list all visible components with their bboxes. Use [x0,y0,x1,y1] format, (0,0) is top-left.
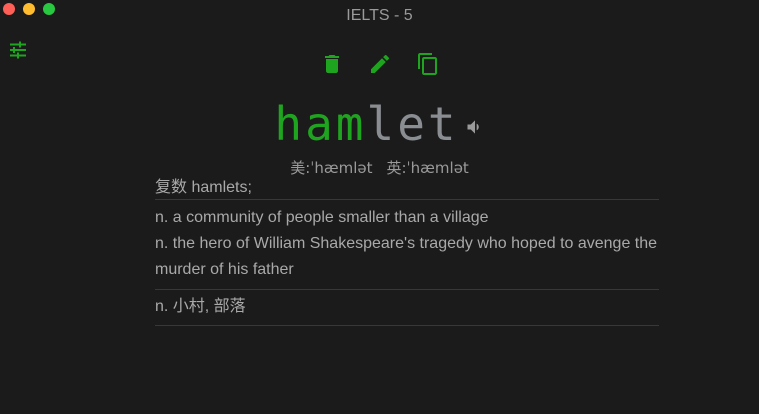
window-title: IELTS - 5 [346,7,413,24]
headword-row: hamlet [0,96,759,152]
english-definition: n. a community of people smaller than a … [155,209,489,226]
headword-highlighted-part: ham [274,97,367,151]
phonetic-uk[interactable]: 英:ˈhæmlət [387,159,469,177]
word-toolbar [0,52,759,76]
trash-icon[interactable] [320,52,344,76]
inflection-section: 复数 hamlets; [155,177,659,200]
speaker-icon[interactable] [465,117,485,137]
definition-panel: 复数 hamlets; n. a community of people sma… [155,177,659,326]
copy-icon[interactable] [416,52,440,76]
english-definitions-section: n. a community of people smaller than a … [155,200,659,290]
english-definition: n. the hero of William Shakespeare's tra… [155,235,658,278]
headword-remaining-part: let [366,97,459,151]
app-window: IELTS - 5 hamlet 美:ˈhæmlət 英:ˈhæmlət 复数 … [0,0,759,414]
headword: hamlet [274,96,458,152]
phonetic-us[interactable]: 美:ˈhæmlət [290,159,372,177]
inflection-text: 复数 hamlets; [155,179,252,196]
pencil-icon[interactable] [368,52,392,76]
chinese-definitions-section: n. 小村, 部落 [155,290,659,326]
chinese-definition: n. 小村, 部落 [155,298,246,315]
phonetics: 美:ˈhæmlət 英:ˈhæmlət [0,157,759,178]
